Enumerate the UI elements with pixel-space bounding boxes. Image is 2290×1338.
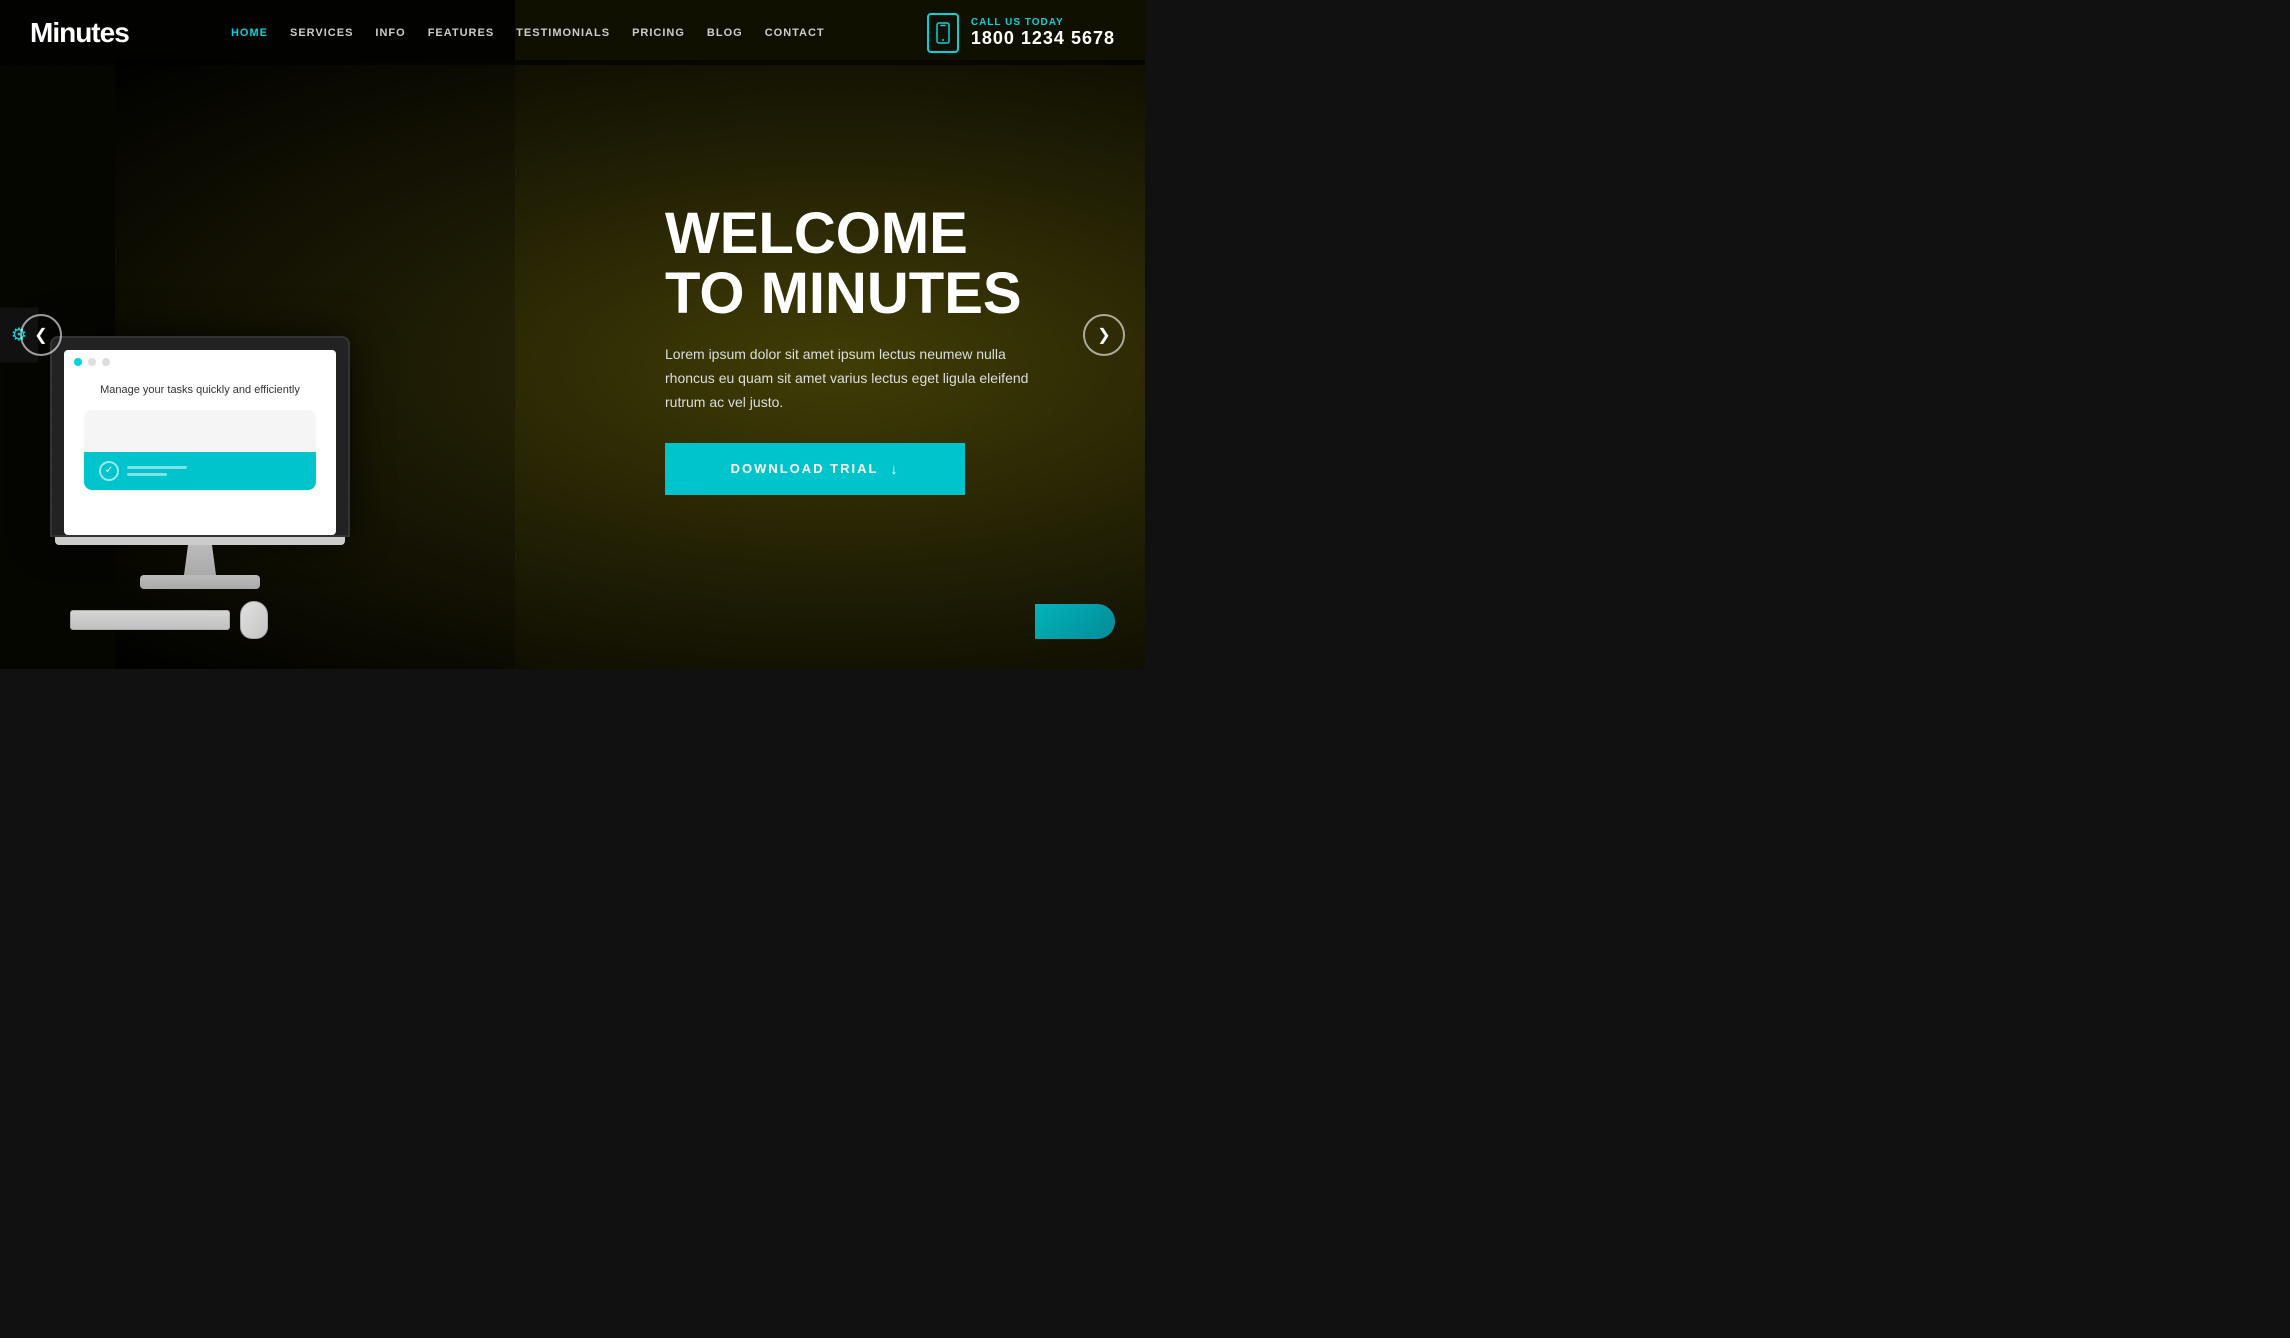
hero-title-line1: WELCOME (665, 200, 968, 265)
monitor-screen-inner: Manage your tasks quickly and efficientl… (64, 350, 336, 535)
dot-2 (88, 358, 96, 366)
screen-card-inner: ✓ (84, 452, 316, 490)
call-label: CALL US TODAY (971, 17, 1115, 28)
dot-3 (102, 358, 110, 366)
nav-item-blog[interactable]: BLOG (707, 27, 743, 39)
card-lines (127, 466, 187, 476)
card-line-long (127, 466, 187, 469)
hero-content: WELCOME TO MINUTES Lorem ipsum dolor sit… (665, 203, 1045, 494)
screen-dots (64, 350, 336, 374)
nav-item-contact[interactable]: CONTACT (765, 27, 825, 39)
screen-text: Manage your tasks quickly and efficientl… (64, 374, 336, 404)
nav-item-testimonials[interactable]: TESTIMONIALS (516, 27, 610, 39)
phone-icon (927, 13, 959, 53)
next-arrow-icon: ❯ (1097, 325, 1110, 345)
download-button-label: DOWNLOAD TRIAL (731, 461, 879, 476)
prev-arrow-icon: ❮ (34, 325, 47, 345)
sneaker-decoration (1035, 604, 1115, 639)
header: Minutes HOME SERVICES INFO FEATURES TEST… (0, 0, 1145, 65)
prev-arrow-button[interactable]: ❮ (20, 314, 62, 356)
hero-title-line2: TO MINUTES (665, 261, 1022, 326)
phone-info: CALL US TODAY 1800 1234 5678 (971, 17, 1115, 49)
keyboard-mouse (50, 601, 380, 639)
phone-section: CALL US TODAY 1800 1234 5678 (927, 13, 1115, 53)
screen-card: ✓ (84, 410, 316, 490)
monitor-neck (180, 545, 220, 575)
keyboard (70, 610, 230, 630)
logo[interactable]: Minutes (30, 17, 129, 49)
monitor-chin (55, 537, 345, 545)
hero-description: Lorem ipsum dolor sit amet ipsum lectus … (665, 343, 1045, 414)
check-circle: ✓ (99, 461, 119, 481)
navigation: HOME SERVICES INFO FEATURES TESTIMONIALS… (231, 27, 825, 39)
dot-1 (74, 358, 82, 366)
monitor: Manage your tasks quickly and efficientl… (50, 336, 350, 589)
hero-title: WELCOME TO MINUTES (665, 203, 1045, 325)
nav-item-home[interactable]: HOME (231, 27, 268, 39)
card-line-short (127, 473, 167, 476)
phone-number: 1800 1234 5678 (971, 28, 1115, 49)
nav-item-features[interactable]: FEATURES (428, 27, 494, 39)
monitor-screen-outer: Manage your tasks quickly and efficientl… (50, 336, 350, 537)
hero-section: Minutes HOME SERVICES INFO FEATURES TEST… (0, 0, 1145, 669)
next-arrow-button[interactable]: ❯ (1083, 314, 1125, 356)
download-icon: ↓ (890, 461, 899, 477)
nav-item-pricing[interactable]: PRICING (632, 27, 685, 39)
nav-item-services[interactable]: SERVICES (290, 27, 353, 39)
monitor-base (140, 575, 260, 589)
mouse (240, 601, 268, 639)
download-trial-button[interactable]: DOWNLOAD TRIAL ↓ (665, 443, 965, 495)
nav-item-info[interactable]: INFO (375, 27, 405, 39)
monitor-graphic: Manage your tasks quickly and efficientl… (50, 336, 380, 639)
